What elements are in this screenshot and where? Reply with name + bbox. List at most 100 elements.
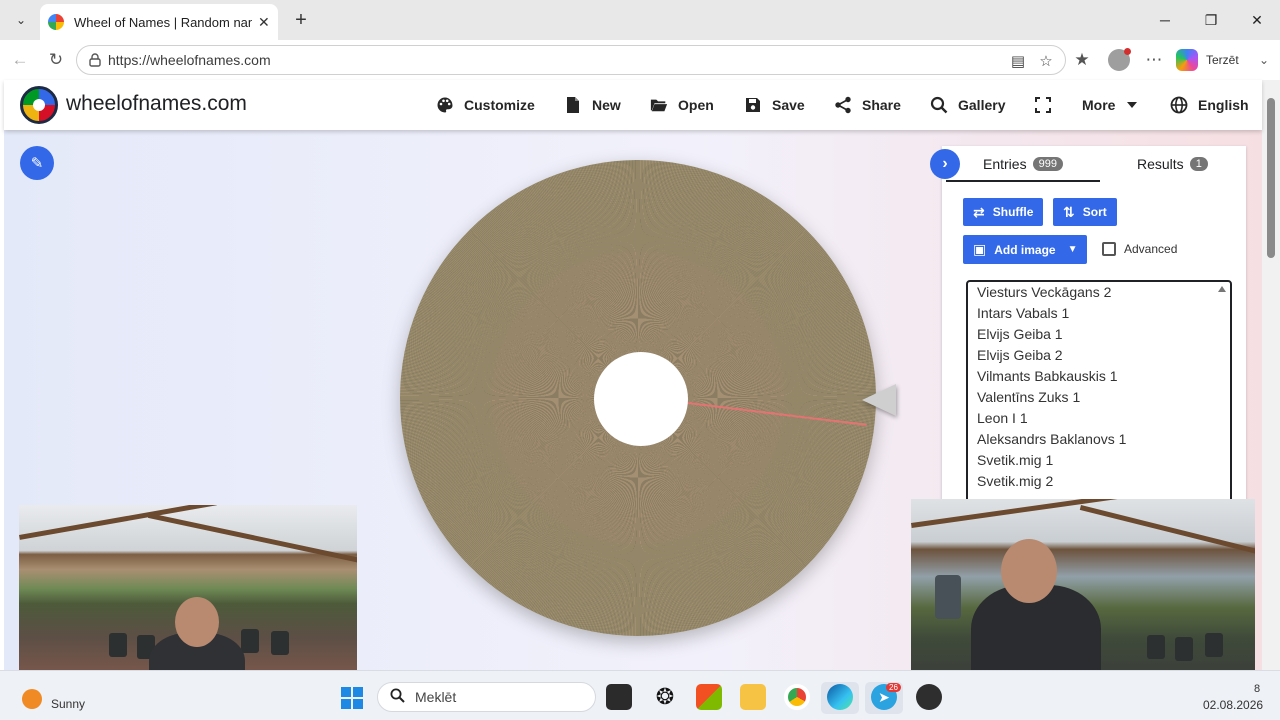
taskbar-search-placeholder: Meklēt (415, 689, 457, 705)
entries-count-badge: 999 (1032, 157, 1063, 171)
search-icon (390, 688, 405, 707)
lock-icon (89, 53, 101, 67)
url-text: https://wheelofnames.com (108, 52, 271, 68)
tab-close-icon[interactable]: ✕ (258, 14, 270, 31)
back-arrow-icon[interactable]: ← (8, 48, 32, 72)
obs-icon[interactable] (916, 684, 942, 710)
nav-more-label: More (1082, 97, 1116, 113)
chair (241, 629, 259, 653)
nav-language[interactable]: English (1170, 80, 1249, 130)
tab-results-label: Results (1137, 156, 1184, 172)
more-dots-icon[interactable]: ⋯ (1142, 48, 1166, 72)
nav-share[interactable]: Share (834, 80, 901, 130)
list-item[interactable]: Svetik.mig 2 (968, 471, 1230, 492)
list-item[interactable]: Vilmants Babkauskis 1 (968, 366, 1230, 387)
file-icon (564, 96, 582, 114)
chair (1205, 633, 1223, 657)
advanced-checkbox[interactable] (1102, 242, 1116, 256)
list-item[interactable]: Aleksandrs Baklanovs 1 (968, 429, 1230, 450)
shuffle-button[interactable]: ⇄ Shuffle (963, 198, 1044, 226)
fullscreen-icon (1034, 96, 1052, 114)
nav-more[interactable]: More (1082, 80, 1141, 130)
nav-new[interactable]: New (564, 80, 621, 130)
nav-language-label: English (1198, 97, 1249, 113)
tray-date[interactable]: 02.08.2026 (1203, 698, 1263, 712)
list-item[interactable]: Viesturs Veckāgans 2 (968, 282, 1230, 303)
list-item[interactable]: Leon I 1 (968, 408, 1230, 429)
wheel-pointer-icon (862, 384, 896, 416)
telegram-unread-badge: 26 (886, 683, 901, 692)
sort-label: Sort (1082, 205, 1107, 219)
favorites-list-icon[interactable]: ★ (1070, 48, 1094, 72)
tab-entries[interactable]: Entries 999 (983, 146, 1063, 182)
maximize-button[interactable]: ❐ (1199, 8, 1223, 32)
chair (1175, 637, 1193, 661)
reload-icon[interactable]: ↻ (44, 48, 68, 72)
chrome-icon[interactable] (784, 684, 810, 710)
share-icon (834, 96, 852, 114)
nav-open[interactable]: Open (650, 80, 714, 130)
nav-customize[interactable]: Customize (436, 80, 535, 130)
windows-start-icon[interactable] (341, 687, 363, 709)
wheel-center-hub[interactable] (594, 352, 688, 446)
phone (935, 575, 961, 619)
address-bar[interactable]: https://wheelofnames.com ▤ ☆ (76, 45, 1066, 75)
webcam-feed-right (911, 499, 1255, 693)
wheel-favicon-icon (48, 14, 64, 30)
weather-label[interactable]: Sunny (51, 697, 85, 711)
results-count-badge: 1 (1189, 157, 1208, 171)
browser-toolbar: ← ↻ https://wheelofnames.com ▤ ☆ ★ ⋯ ⌄ (0, 40, 1280, 80)
close-window-button[interactable]: ✕ (1245, 8, 1269, 32)
reader-view-icon[interactable]: ▤ (1007, 50, 1029, 72)
file-explorer-icon[interactable] (740, 684, 766, 710)
nav-gallery[interactable]: Gallery (930, 80, 1005, 130)
microsoft-store-icon[interactable] (696, 684, 722, 710)
tab-list-chevron-icon[interactable]: ⌄ (8, 8, 34, 32)
list-item[interactable]: Svetik.mig 1 (968, 450, 1230, 471)
search-icon (930, 96, 948, 114)
add-image-caret-down-icon[interactable]: ▼ (1068, 244, 1078, 255)
copilot-label: Terzēt (1206, 53, 1239, 67)
sidebar-chevron-icon[interactable]: ⌄ (1252, 48, 1276, 72)
nav-fullscreen[interactable] (1034, 80, 1062, 130)
list-item[interactable]: Elvijs Geiba 2 (968, 345, 1230, 366)
nav-save[interactable]: Save (744, 80, 805, 130)
site-name[interactable]: wheelofnames.com (66, 92, 247, 116)
scrollbar-thumb[interactable] (1267, 98, 1275, 258)
roof-beam (147, 513, 357, 566)
browser-tab-strip: ⌄ Wheel of Names | Random name picker ✕ … (0, 0, 1280, 40)
tab-results[interactable]: Results 1 (1137, 146, 1208, 182)
copilot-icon (1176, 49, 1198, 71)
nav-save-label: Save (772, 97, 805, 113)
entries-scroll-up-icon[interactable] (1218, 286, 1226, 292)
tab-entries-label: Entries (983, 156, 1027, 172)
list-item[interactable]: Intars Vabals 1 (968, 303, 1230, 324)
new-tab-button[interactable]: + (290, 9, 312, 31)
favorite-star-icon[interactable]: ☆ (1035, 50, 1057, 72)
copilot-button[interactable]: Terzēt (1176, 47, 1239, 73)
image-icon: ▣ (973, 241, 987, 257)
sort-button[interactable]: ⇅ Sort (1053, 198, 1117, 226)
entries-textarea[interactable]: Viesturs Veckāgans 2 Intars Vabals 1 Elv… (966, 280, 1232, 506)
collapse-panel-chevron-icon[interactable]: › (930, 149, 960, 179)
edit-pencil-icon[interactable]: ✎ (20, 146, 54, 180)
edge-icon[interactable] (827, 684, 853, 710)
taskbar-search[interactable]: Meklēt (377, 682, 596, 712)
entries-panel: Entries 999 Results 1 ⇄ Shuffle ⇅ Sort ▣… (942, 146, 1246, 506)
globe-icon (1170, 96, 1188, 114)
roof-beam (1079, 505, 1255, 559)
wheel-logo-icon[interactable] (20, 86, 58, 124)
list-item[interactable]: Valentīns Zuks 1 (968, 387, 1230, 408)
page-scrollbar[interactable] (1262, 80, 1280, 670)
browser-tab-active[interactable]: Wheel of Names | Random name picker ✕ (40, 4, 278, 40)
notification-dot (1124, 48, 1131, 55)
nav-customize-label: Customize (464, 97, 535, 113)
sun-weather-icon[interactable] (22, 689, 42, 709)
task-view-icon[interactable] (606, 684, 632, 710)
shuffle-icon: ⇄ (973, 203, 985, 220)
list-item[interactable]: Elvijs Geiba 1 (968, 324, 1230, 345)
minimize-button[interactable]: ─ (1153, 8, 1177, 32)
chatgpt-icon[interactable]: ❂ (652, 684, 678, 710)
site-header: wheelofnames.com Customize New Open Save… (4, 80, 1262, 130)
add-image-button[interactable]: ▣ Add image ▼ (963, 235, 1088, 264)
